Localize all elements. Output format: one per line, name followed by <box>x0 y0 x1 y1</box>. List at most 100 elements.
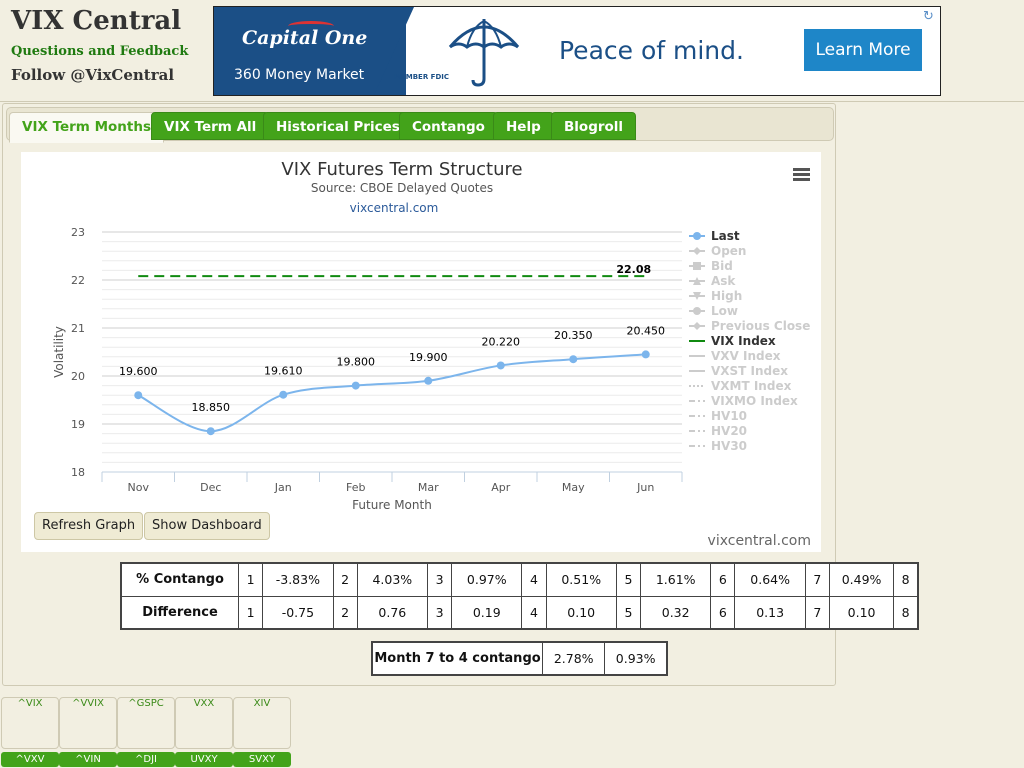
legend-item[interactable]: VIXMO Index <box>689 394 798 408</box>
ticker-box[interactable]: ^VVIX <box>59 697 117 749</box>
last-series-point <box>641 350 650 359</box>
value-cell: 4.03% <box>356 562 428 597</box>
month-number-cell: 7 <box>804 562 830 597</box>
data-label: 20.450 <box>627 324 666 337</box>
table-row: % Contango 1 -3.83% 2 4.03% 3 0.97% 4 0.51% 5 1.61… <box>120 562 919 597</box>
ticker-button[interactable]: SVXY <box>233 752 291 767</box>
ad-banner[interactable]: Capital One 360 Money Market MEMBER FDIC… <box>213 6 941 96</box>
legend-item[interactable]: VXMT Index <box>689 379 792 393</box>
last-series-point <box>351 381 360 390</box>
month-number-cell: 2 <box>332 562 358 597</box>
data-label: 20.220 <box>482 335 521 348</box>
value-cell: 0.32 <box>639 595 712 630</box>
site-title[interactable]: VIX Central <box>11 6 181 36</box>
ad-choices-icon[interactable]: ↻ <box>923 9 934 24</box>
value-cell: 0.51% <box>545 562 617 597</box>
ticker-button[interactable]: ^VIN <box>59 752 117 767</box>
hamburger-menu-icon[interactable] <box>793 168 810 181</box>
value-cell: 0.49% <box>828 562 895 597</box>
month-number-cell: 7 <box>804 595 830 630</box>
legend-item[interactable]: VIX Index <box>689 334 776 348</box>
last-series-point <box>279 390 288 399</box>
ad-brand: Capital One <box>242 27 368 49</box>
legend-item[interactable]: Low <box>689 304 738 318</box>
tab-help[interactable]: Help <box>493 112 554 140</box>
legend-item[interactable]: High <box>689 289 742 303</box>
legend-marker <box>693 307 701 315</box>
data-label: 19.600 <box>119 365 158 378</box>
ad-wedge <box>374 7 414 95</box>
legend-item[interactable]: HV10 <box>689 409 747 423</box>
month-number-cell: 8 <box>893 562 919 597</box>
ticker-box[interactable]: ^GSPC <box>117 697 175 749</box>
y-tick-label: 23 <box>71 226 85 239</box>
legend-label: VIX Index <box>711 334 776 348</box>
x-tick-label: Mar <box>418 481 439 494</box>
legend-item[interactable]: Last <box>689 229 740 243</box>
ticker-button[interactable]: UVXY <box>175 752 233 767</box>
credits-link[interactable]: vixcentral.com <box>708 533 811 549</box>
data-label: 20.350 <box>554 329 593 342</box>
legend-label: Open <box>711 244 746 258</box>
tab-vix-term-months[interactable]: VIX Term Months <box>9 112 164 143</box>
legend-label: VXV Index <box>711 349 781 363</box>
value-cell: 0.64% <box>734 562 806 597</box>
month-number-cell: 4 <box>521 595 547 630</box>
contango-table: % Contango 1 -3.83% 2 4.03% 3 0.97% 4 0.51% 5 1.61… <box>120 562 919 630</box>
ticker-button[interactable]: ^DJI <box>117 752 175 767</box>
ticker-button[interactable]: ^VXV <box>1 752 59 767</box>
feedback-link[interactable]: Questions and Feedback <box>11 44 188 59</box>
tab-blogroll[interactable]: Blogroll <box>551 112 637 140</box>
month-7-to-4-value: 2.78% <box>542 641 606 676</box>
month-number-cell: 3 <box>426 562 453 597</box>
row-header: % Contango <box>120 562 240 597</box>
last-series-point <box>569 355 578 364</box>
legend-item[interactable]: Bid <box>689 259 733 273</box>
month-number-cell: 6 <box>710 595 736 630</box>
tab-vix-term-all[interactable]: VIX Term All <box>151 112 270 140</box>
tab-historical-prices[interactable]: Historical Prices <box>263 112 413 140</box>
data-label: 19.800 <box>337 356 376 369</box>
data-label: 18.850 <box>192 401 231 414</box>
x-tick-label: Feb <box>346 481 365 494</box>
legend-item[interactable]: Ask <box>689 274 736 288</box>
value-cell: 0.10 <box>828 595 895 630</box>
legend-item[interactable]: VXST Index <box>689 364 788 378</box>
refresh-graph-button[interactable]: Refresh Graph <box>34 512 144 540</box>
ticker-box[interactable]: ^VIX <box>1 697 59 749</box>
umbrella-icon <box>448 19 520 87</box>
legend-label: Last <box>711 229 740 243</box>
legend-label: Ask <box>711 274 736 288</box>
legend-item[interactable]: Previous Close <box>689 319 810 333</box>
x-tick-label: May <box>562 481 585 494</box>
show-dashboard-button[interactable]: Show Dashboard <box>144 512 270 540</box>
y-tick-label: 19 <box>71 418 85 431</box>
legend-marker <box>693 262 701 270</box>
x-tick-label: Jun <box>636 481 654 494</box>
y-tick-label: 18 <box>71 466 85 479</box>
month-7-to-4-table: Month 7 to 4 contango 2.78% 0.93% <box>371 641 668 676</box>
table-row: Difference 1 -0.75 2 0.76 3 0.19 4 0.10 5 0.32 6 0.1… <box>120 595 919 630</box>
ticker-symbol[interactable]: ^VVIX <box>60 698 116 709</box>
ticker-symbol[interactable]: VXX <box>176 698 232 709</box>
ticker-symbol[interactable]: ^GSPC <box>118 698 174 709</box>
ticker-symbol[interactable]: XIV <box>234 698 290 709</box>
ticker-box[interactable]: XIV <box>233 697 291 749</box>
legend-item[interactable]: HV20 <box>689 424 747 438</box>
learn-more-button[interactable]: Learn More <box>804 29 922 71</box>
data-label: 19.900 <box>409 351 448 364</box>
follow-link[interactable]: Follow @VixCentral <box>11 66 174 84</box>
last-series-point <box>496 361 505 370</box>
value-cell: 0.10 <box>545 595 617 630</box>
ticker-box[interactable]: VXX <box>175 697 233 749</box>
legend-label: VIXMO Index <box>711 394 798 408</box>
legend-item[interactable]: Open <box>689 244 746 258</box>
legend-marker <box>693 247 701 255</box>
ticker-symbol[interactable]: ^VIX <box>2 698 58 709</box>
legend-item[interactable]: HV30 <box>689 439 747 453</box>
month-number-cell: 4 <box>521 562 547 597</box>
x-tick-label: Jan <box>274 481 292 494</box>
legend-item[interactable]: VXV Index <box>689 349 781 363</box>
tab-contango[interactable]: Contango <box>399 112 498 140</box>
x-tick-label: Apr <box>491 481 511 494</box>
